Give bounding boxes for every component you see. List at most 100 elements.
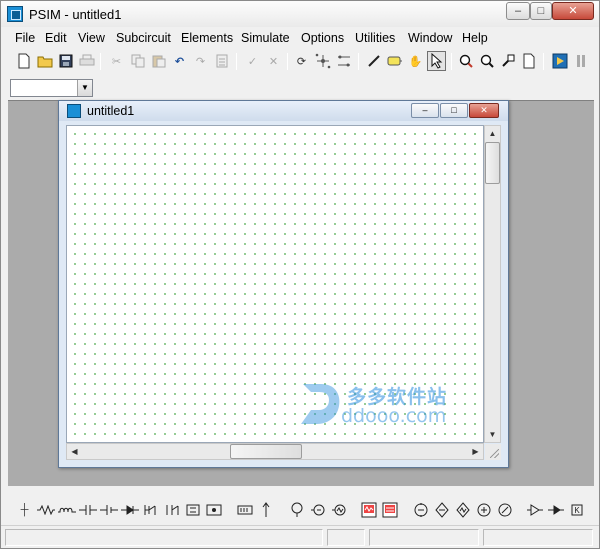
checkmark-icon[interactable]: ✓ [243, 51, 262, 71]
ac-source-icon[interactable] [359, 500, 378, 520]
meter-c-icon[interactable] [474, 500, 493, 520]
scroll-down-arrow-icon[interactable]: ▼ [485, 427, 500, 442]
document-icon[interactable] [67, 104, 81, 118]
menu-simulate[interactable]: Simulate [241, 31, 290, 45]
hand-pan-icon[interactable]: ✋ [406, 51, 425, 71]
status-pane-main [5, 529, 323, 546]
capacitor-icon[interactable] [78, 500, 97, 520]
scroll-left-arrow-icon[interactable]: ◀ [67, 444, 82, 459]
psim-app-window: PSIM - untitled1 – □ ✕ File Edit View Su… [0, 0, 600, 549]
schematic-canvas[interactable] [66, 125, 484, 443]
meter-d-icon[interactable] [495, 500, 514, 520]
element-combo-box[interactable]: ▼ [10, 79, 93, 97]
menu-view[interactable]: View [78, 31, 105, 45]
toolbar-separator [358, 53, 359, 70]
menu-file[interactable]: File [15, 31, 35, 45]
cut-icon[interactable]: ✂ [107, 51, 126, 71]
chevron-down-icon[interactable]: ▼ [77, 80, 92, 96]
document-minimize-button[interactable]: – [411, 103, 439, 118]
menu-help[interactable]: Help [462, 31, 488, 45]
toolbar-separator [543, 53, 544, 70]
menu-subcircuit[interactable]: Subcircuit [116, 31, 171, 45]
menu-utilities[interactable]: Utilities [355, 31, 395, 45]
menu-bar: File Edit View Subcircuit Elements Simul… [1, 28, 599, 48]
print-icon[interactable] [77, 51, 96, 71]
label-tag-icon[interactable] [385, 51, 404, 71]
status-pane-info [369, 529, 479, 546]
menu-options[interactable]: Options [301, 31, 344, 45]
undo-icon[interactable]: ↶ [170, 51, 189, 71]
title-bar[interactable]: PSIM - untitled1 – □ ✕ [1, 1, 599, 27]
resistor-icon[interactable] [36, 500, 55, 520]
pause-icon[interactable] [571, 51, 590, 71]
save-icon[interactable] [56, 51, 75, 71]
meter-e-icon[interactable] [525, 500, 544, 520]
document-title-bar[interactable]: untitled1 – □ ✕ [59, 101, 508, 121]
meter-a-icon[interactable] [432, 500, 451, 520]
run-simulation-icon[interactable] [550, 51, 569, 71]
document-maximize-button[interactable]: □ [440, 103, 468, 118]
status-pane-secondary [327, 529, 365, 546]
zoom-fit-icon[interactable] [498, 51, 517, 71]
block-element-icon[interactable] [235, 500, 254, 520]
schematic-document-window: untitled1 – □ ✕ ▲ ▼ ◀ ▶ [58, 100, 509, 468]
meter-b-icon[interactable] [453, 500, 472, 520]
window-title: PSIM - untitled1 [29, 7, 122, 22]
scope-icon[interactable] [329, 500, 348, 520]
logic-gate-icon[interactable]: K [567, 500, 586, 520]
new-file-icon[interactable] [14, 51, 33, 71]
rotate-icon[interactable]: ⟳ [292, 51, 311, 71]
zoom-out-icon[interactable] [477, 51, 496, 71]
diode-stack-icon[interactable] [120, 500, 139, 520]
node-grid-a-icon[interactable] [313, 51, 332, 71]
coupled-coils-icon[interactable] [204, 500, 223, 520]
switch-icon[interactable] [141, 500, 160, 520]
copy-icon[interactable] [128, 51, 147, 71]
horizontal-scrollbar[interactable]: ◀ ▶ [66, 443, 484, 460]
current-probe-icon[interactable] [308, 500, 327, 520]
menu-edit[interactable]: Edit [45, 31, 67, 45]
comparator-icon[interactable] [546, 500, 565, 520]
resize-grip-icon[interactable] [485, 444, 501, 460]
select-arrow-icon[interactable] [427, 51, 446, 71]
menu-elements[interactable]: Elements [181, 31, 233, 45]
toolbar-separator [287, 53, 288, 70]
paste-icon[interactable] [149, 51, 168, 71]
status-bar [1, 525, 599, 548]
horizontal-scroll-thumb[interactable] [230, 444, 302, 459]
vertical-scroll-thumb[interactable] [485, 142, 500, 184]
toolbar-separator [236, 53, 237, 70]
dc-source-icon[interactable] [380, 500, 399, 520]
ground-icon[interactable]: ┼ [15, 500, 34, 520]
battery-icon[interactable] [99, 500, 118, 520]
inductor-icon[interactable] [57, 500, 76, 520]
minimize-button[interactable]: – [506, 2, 530, 20]
vertical-scrollbar[interactable]: ▲ ▼ [484, 125, 501, 443]
transformer-b-icon[interactable] [183, 500, 202, 520]
open-folder-icon[interactable] [35, 51, 54, 71]
clipboard-icon[interactable] [212, 51, 231, 71]
transformer-a-icon[interactable] [162, 500, 181, 520]
toolbar-separator [100, 53, 101, 70]
voltage-probe-icon[interactable] [287, 500, 306, 520]
square-wave-icon[interactable] [411, 500, 430, 520]
node-grid-b-icon[interactable] [334, 51, 353, 71]
status-pane-extra [483, 529, 593, 546]
cross-icon[interactable]: ✕ [264, 51, 283, 71]
document-title: untitled1 [87, 104, 135, 118]
maximize-button[interactable]: □ [530, 2, 552, 20]
menu-window[interactable]: Window [408, 31, 452, 45]
close-button[interactable]: ✕ [552, 2, 594, 20]
page-icon[interactable] [519, 51, 538, 71]
scroll-right-arrow-icon[interactable]: ▶ [468, 444, 483, 459]
redo-icon[interactable]: ↷ [191, 51, 210, 71]
wire-pencil-icon[interactable] [364, 51, 383, 71]
svg-text:K: K [574, 506, 580, 515]
scroll-up-arrow-icon[interactable]: ▲ [485, 126, 500, 141]
zoom-in-icon[interactable] [456, 51, 475, 71]
document-close-button[interactable]: ✕ [469, 103, 499, 118]
arrow-element-icon[interactable] [256, 500, 275, 520]
toolbar-separator [451, 53, 452, 70]
psim-app-icon[interactable] [7, 6, 23, 22]
main-toolbar: ✂ ↶ ↷ ✓ ✕ ⟳ ✋ [5, 50, 597, 74]
